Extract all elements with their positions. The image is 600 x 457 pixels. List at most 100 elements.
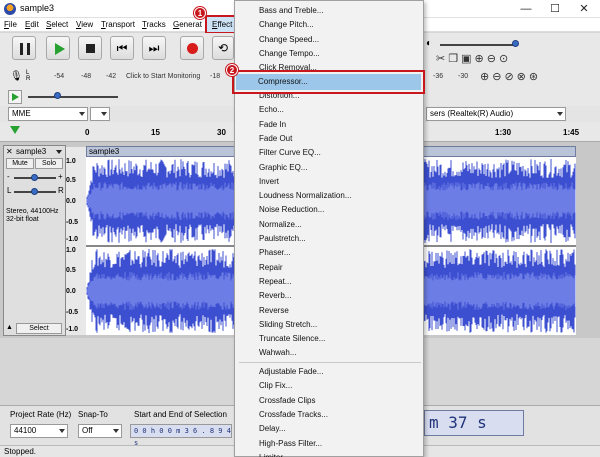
amp-label: -0.5 — [66, 309, 79, 316]
menu-item-sliding-stretch[interactable]: Sliding Stretch... — [259, 320, 317, 329]
zoom-width-icon[interactable]: ⊖ — [492, 71, 504, 83]
menu-item-high-pass-filter[interactable]: High-Pass Filter... — [259, 439, 322, 448]
menu-item-phaser[interactable]: Phaser... — [259, 248, 291, 257]
record-device-select[interactable] — [90, 107, 110, 121]
menu-item-invert[interactable]: Invert — [259, 177, 279, 186]
pan-right: R — [58, 186, 64, 195]
record-button[interactable] — [180, 36, 204, 60]
selection-start-field[interactable]: 0 0 h 0 0 m 3 6 . 8 9 4 s — [130, 424, 232, 447]
menu-item-crossfade-clips[interactable]: Crossfade Clips — [259, 396, 315, 405]
menu-tracks[interactable]: Tracks — [142, 20, 166, 29]
solo-button[interactable]: Solo — [35, 158, 63, 169]
menu-view[interactable]: View — [76, 20, 93, 29]
zoom-fit-icon[interactable]: ⊙ — [499, 53, 511, 65]
track-menu-chevron-icon[interactable] — [56, 150, 62, 154]
loop-icon: ⟲ — [217, 41, 229, 55]
zoom-toggle-icon[interactable]: ⊘ — [504, 71, 516, 83]
menu-item-filter-curve-eq[interactable]: Filter Curve EQ... — [259, 148, 321, 157]
cut-icon[interactable]: ✂ — [436, 53, 448, 65]
playback-volume-slider[interactable] — [440, 44, 518, 46]
status-text: Stopped. — [4, 447, 37, 456]
pan-knob[interactable] — [31, 188, 38, 195]
menu-item-reverse[interactable]: Reverse — [259, 306, 289, 315]
play-at-speed-icon — [12, 93, 19, 101]
effect-menu: Bass and Treble... Change Pitch... Change … — [234, 0, 424, 457]
gain-knob[interactable] — [31, 174, 38, 181]
menu-item-loudness-normalization[interactable]: Loudness Normalization... — [259, 191, 352, 200]
track-sample-rate: Stereo, 44100Hz — [6, 208, 59, 215]
chevron-down-icon — [101, 112, 107, 116]
skip-start-button[interactable]: ⏮ — [110, 36, 134, 60]
menu-item-truncate-silence[interactable]: Truncate Silence... — [259, 334, 325, 343]
menu-item-paulstretch[interactable]: Paulstretch... — [259, 234, 306, 243]
menu-transport[interactable]: Transport — [101, 20, 135, 29]
time-display: m 37 s — [424, 410, 524, 436]
close-track-icon[interactable]: ✕ — [6, 147, 13, 156]
menu-edit[interactable]: Edit — [25, 20, 39, 29]
project-rate-select[interactable]: 44100 — [10, 424, 68, 438]
menu-item-noise-reduction[interactable]: Noise Reduction... — [259, 205, 324, 214]
edit-tools: ✂❐▣⊕⊖⊙ — [436, 52, 556, 68]
meter-scale-42: -42 — [106, 73, 117, 80]
audio-host-value: MME — [12, 109, 31, 118]
menu-item-wahwah[interactable]: Wahwah... — [259, 348, 297, 357]
pause-icon — [20, 43, 30, 55]
menu-select[interactable]: Select — [46, 20, 68, 29]
amp-label: 0.0 — [66, 198, 76, 205]
play-speed-knob[interactable] — [54, 92, 61, 99]
play-speed-slider[interactable] — [28, 96, 118, 98]
loop-button[interactable]: ⟲ — [212, 36, 234, 60]
maximize-button[interactable]: ☐ — [541, 0, 569, 18]
menu-generate[interactable]: Generat — [173, 20, 202, 29]
track-name[interactable]: sample3 — [16, 147, 46, 156]
stop-button[interactable] — [78, 36, 102, 60]
menu-item-repeat[interactable]: Repeat... — [259, 277, 291, 286]
pause-button[interactable] — [12, 36, 36, 60]
menu-item-change-speed[interactable]: Change Speed... — [259, 35, 319, 44]
menu-item-delay[interactable]: Delay... — [259, 424, 286, 433]
menu-item-adjustable-fade[interactable]: Adjustable Fade... — [259, 367, 323, 376]
menu-item-limiter[interactable]: Limiter... — [259, 453, 289, 457]
menu-item-clip-fix[interactable]: Clip Fix... — [259, 381, 292, 390]
menu-item-compressor[interactable]: Compressor... — [258, 77, 308, 86]
menu-item-change-tempo[interactable]: Change Tempo... — [259, 49, 320, 58]
menu-item-crossfade-tracks[interactable]: Crossfade Tracks... — [259, 410, 328, 419]
zoom-selection-icon[interactable]: ⊕ — [480, 71, 492, 83]
trim-icon[interactable]: ⊗ — [517, 71, 529, 83]
menu-item-bass-and-treble[interactable]: Bass and Treble... — [259, 6, 323, 15]
menu-effect[interactable]: Effect — [212, 20, 232, 29]
amp-label: 0.5 — [66, 177, 76, 184]
menu-item-graphic-eq[interactable]: Graphic EQ... — [259, 163, 307, 172]
collapse-track-icon[interactable]: ▲ — [6, 324, 13, 331]
amp-label: -0.5 — [66, 219, 79, 226]
playback-volume-knob[interactable] — [512, 40, 519, 47]
record-icon — [187, 43, 198, 54]
menu-item-normalize[interactable]: Normalize... — [259, 220, 302, 229]
menu-item-echo[interactable]: Echo... — [259, 105, 284, 114]
mute-button[interactable]: Mute — [6, 158, 34, 169]
menu-item-fade-out[interactable]: Fade Out — [259, 134, 292, 143]
skip-end-button[interactable]: ⏭ — [142, 36, 166, 60]
play-at-speed-button[interactable] — [8, 90, 22, 104]
playback-device-select[interactable]: sers (Realtek(R) Audio) — [426, 107, 566, 121]
menu-item-reverb[interactable]: Reverb... — [259, 291, 291, 300]
menu-item-repair[interactable]: Repair — [259, 263, 283, 272]
menu-item-fade-in[interactable]: Fade In — [259, 120, 286, 129]
audio-host-select[interactable]: MME — [8, 107, 88, 121]
amp-label: -1.0 — [66, 236, 79, 243]
snap-to-select[interactable]: Off — [78, 424, 122, 438]
close-button[interactable]: ✕ — [570, 0, 598, 18]
click-to-start-monitoring[interactable]: Click to Start Monitoring — [126, 73, 200, 80]
track-bit-depth: 32-bit float — [6, 216, 39, 223]
silence-icon[interactable]: ⊛ — [529, 71, 541, 83]
minimize-button[interactable]: — — [512, 0, 540, 18]
menu-file[interactable]: File — [4, 20, 17, 29]
paste-icon[interactable]: ▣ — [461, 53, 474, 65]
copy-icon[interactable]: ❐ — [448, 53, 461, 65]
zoom-in-icon[interactable]: ⊕ — [475, 53, 487, 65]
play-button[interactable] — [46, 36, 70, 60]
zoom-out-icon[interactable]: ⊖ — [487, 53, 499, 65]
menu-item-change-pitch[interactable]: Change Pitch... — [259, 20, 314, 29]
select-track-button[interactable]: Select — [16, 323, 62, 334]
chevron-down-icon — [557, 112, 563, 116]
